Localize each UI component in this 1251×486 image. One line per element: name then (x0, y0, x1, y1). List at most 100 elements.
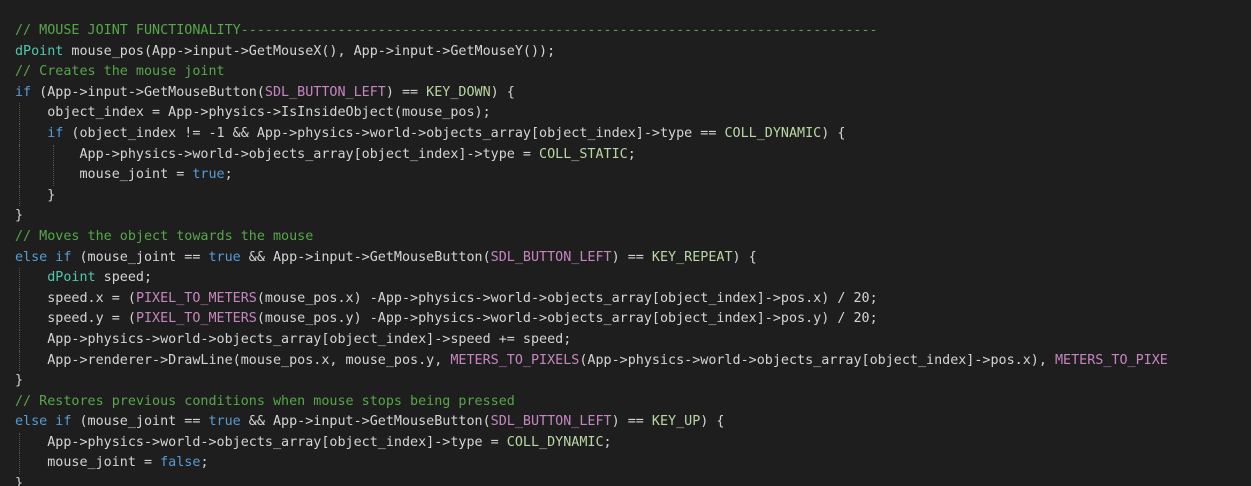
code-token-plain: (App->input->GetMouseButton( (31, 84, 265, 100)
code-token-plain: mouse_joint = (15, 167, 193, 183)
code-token-plain: object_index = App->physics->IsInsideObj… (15, 105, 491, 121)
code-token-type: dPoint (47, 270, 96, 286)
code-token-macro: PIXEL_TO_METERS (135, 311, 257, 327)
code-line[interactable]: speed.y = (PIXEL_TO_METERS(mouse_pos.y) … (0, 309, 1251, 330)
code-token-plain: ) == (611, 249, 652, 265)
indent-guide (19, 268, 20, 289)
code-token-macro: METERS_TO_PIXE (1055, 352, 1168, 368)
code-token-comment: // Moves the object towards the mouse (15, 228, 314, 244)
indent-guide (53, 165, 54, 186)
code-token-keyword: true (208, 414, 241, 430)
code-line[interactable]: mouse_joint = true; (0, 165, 1251, 186)
indent-guide (19, 123, 20, 145)
indent-guide (19, 288, 20, 310)
code-line[interactable]: speed.x = (PIXEL_TO_METERS(mouse_pos.x) … (0, 288, 1251, 310)
code-token-plain: ) == (611, 414, 652, 430)
code-token-plain: App->physics->world->objects_array[objec… (15, 146, 540, 162)
code-line[interactable]: // Moves the object towards the mouse (0, 227, 1251, 248)
code-token-plain: App->renderer->DrawLine(mouse_pos.x, mou… (15, 352, 451, 368)
code-token-plain: mouse_joint = (15, 455, 161, 471)
code-line[interactable]: else if (mouse_joint == true && App->inp… (0, 248, 1251, 269)
code-line[interactable]: if (App->input->GetMouseButton(SDL_BUTTO… (0, 83, 1251, 104)
code-token-keyword: else if (15, 249, 72, 265)
code-line[interactable]: // Restores previous conditions when mou… (0, 392, 1251, 413)
code-token-plain: mouse_pos(App->input->GetMouseX(), App->… (63, 43, 556, 59)
code-token-plain: (mouse_joint == (71, 414, 209, 430)
code-line[interactable]: // MOUSE JOINT FUNCTIONALITY------------… (0, 21, 1251, 42)
indent-guide (19, 432, 20, 454)
code-token-enum: KEY_REPEAT (651, 249, 733, 265)
code-editor[interactable]: // MOUSE JOINT FUNCTIONALITY------------… (0, 0, 1251, 486)
code-token-comment: // MOUSE JOINT FUNCTIONALITY------------… (15, 23, 878, 38)
code-line[interactable]: else if (mouse_joint == true && App->inp… (0, 412, 1251, 433)
indent-guide (19, 185, 20, 207)
code-line[interactable]: mouse_joint = false; (0, 453, 1251, 475)
code-token-plain: speed.x = ( (15, 290, 136, 306)
indent-guide (19, 350, 20, 372)
code-line[interactable]: } (0, 206, 1251, 227)
code-token-plain: App->physics->world->objects_array[objec… (15, 331, 572, 347)
code-token-macro: SDL_BUTTON_LEFT (264, 84, 386, 100)
code-token-plain: speed; (95, 270, 153, 286)
code-token-plain: (mouse_joint == (71, 249, 209, 265)
code-token-plain: ; (224, 167, 233, 183)
indent-guide (19, 329, 20, 351)
code-token-plain: (object_index != -1 && App->physics->wor… (63, 125, 725, 141)
code-line[interactable]: App->renderer->DrawLine(mouse_pos.x, mou… (0, 350, 1251, 372)
code-token-plain: ; (627, 146, 636, 162)
code-token-keyword: if (15, 84, 32, 100)
code-token-plain: && App->input->GetMouseButton( (240, 414, 491, 430)
indent-guide (19, 309, 20, 330)
indent-guide (19, 144, 20, 166)
code-line[interactable]: } (0, 474, 1251, 486)
code-token-macro: SDL_BUTTON_LEFT (490, 249, 612, 265)
code-line[interactable]: } (0, 185, 1251, 207)
code-token-plain: ; (200, 455, 209, 471)
code-line[interactable]: App->physics->world->objects_array[objec… (0, 329, 1251, 351)
code-token-plain: ) == (385, 84, 427, 100)
code-line[interactable]: App->physics->world->objects_array[objec… (0, 144, 1251, 166)
code-token-plain: (mouse_pos.x) -App->physics->world->obje… (256, 290, 878, 306)
code-token-keyword: false (160, 455, 201, 471)
code-line[interactable]: object_index = App->physics->IsInsideObj… (0, 103, 1251, 124)
code-token-plain: App->physics->world->objects_array[objec… (15, 434, 507, 450)
code-token-type: dPoint (15, 43, 64, 59)
code-line[interactable]: dPoint speed; (0, 268, 1251, 289)
code-token-plain: } (15, 208, 24, 224)
code-line[interactable]: // Creates the mouse joint (0, 62, 1251, 83)
code-line[interactable]: if (object_index != -1 && App->physics->… (0, 123, 1251, 145)
code-token-keyword: if (47, 125, 64, 141)
code-token-plain: (App->physics->world->objects_array[obje… (579, 352, 1055, 368)
code-token-plain: } (15, 187, 56, 203)
code-token-macro: SDL_BUTTON_LEFT (490, 414, 612, 430)
indent-guide (53, 144, 54, 166)
code-token-keyword: else if (15, 414, 72, 430)
code-token-plain: } (15, 476, 24, 486)
code-token-enum: COLL_DYNAMIC (724, 125, 822, 141)
code-token-keyword: true (192, 167, 225, 183)
code-token-plain: speed.y = ( (15, 311, 136, 327)
code-token-plain: ) { (821, 125, 846, 141)
code-token-plain: ; (603, 434, 612, 450)
code-token-plain: && App->input->GetMouseButton( (240, 249, 491, 265)
code-token-keyword: true (208, 249, 241, 265)
code-token-comment: // Creates the mouse joint (15, 64, 225, 80)
code-line[interactable]: } (0, 371, 1251, 392)
indent-guide (19, 453, 20, 475)
code-token-enum: COLL_DYNAMIC (506, 434, 604, 450)
code-token-macro: METERS_TO_PIXELS (450, 352, 580, 368)
code-token-enum: KEY_UP (651, 414, 701, 430)
code-token-plain: ) { (732, 249, 757, 265)
code-token-plain: (mouse_pos.y) -App->physics->world->obje… (256, 311, 878, 327)
indent-guide (19, 165, 20, 186)
code-token-plain: ) { (700, 414, 725, 430)
code-token-enum: KEY_DOWN (426, 84, 491, 100)
code-token-enum: COLL_STATIC (539, 146, 628, 162)
indent-guide (19, 103, 20, 124)
code-line[interactable]: dPoint mouse_pos(App->input->GetMouseX()… (0, 42, 1251, 63)
code-line[interactable]: App->physics->world->objects_array[objec… (0, 432, 1251, 454)
code-token-plain: ) { (490, 84, 515, 100)
code-token-comment: // Restores previous conditions when mou… (15, 393, 515, 409)
code-token-macro: PIXEL_TO_METERS (135, 290, 257, 306)
code-token-plain: } (15, 373, 24, 389)
